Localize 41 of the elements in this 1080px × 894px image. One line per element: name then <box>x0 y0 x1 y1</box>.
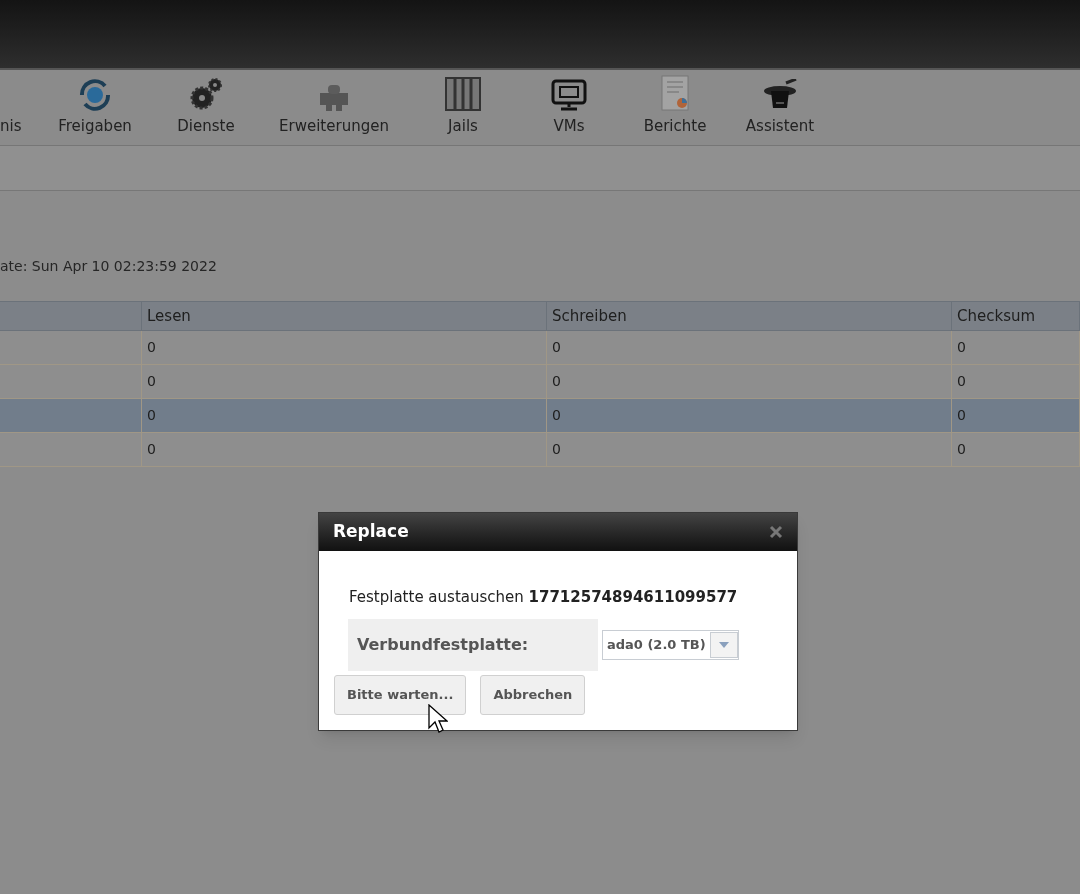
dialog-button[interactable]: Abbrechen <box>480 675 586 715</box>
field-label: Verbundfestplatte: <box>357 634 529 656</box>
table-row[interactable]: 0 0 0 <box>0 433 1080 467</box>
table-cell: 0 <box>547 433 952 466</box>
column-header[interactable]: Lesen <box>142 302 547 330</box>
table-cell: 0 <box>547 365 952 398</box>
toolbar-item[interactable]: Erweiterungen <box>279 114 389 137</box>
document-chart-icon <box>659 74 691 111</box>
toolbar-item[interactable]: nis <box>0 114 22 137</box>
dialog-message: Festplatte austauschen 17712574894611099577 <box>349 588 738 606</box>
table-row[interactable]: 0 0 0 <box>0 399 1080 433</box>
status-text: ate: Sun Apr 10 02:23:59 2022 <box>0 257 217 276</box>
table-cell: 0 <box>547 331 952 364</box>
table-cell: 0 <box>142 365 547 398</box>
table-cell: 0 <box>952 399 1080 432</box>
gears-icon <box>188 76 224 111</box>
dropdown-arrow-icon <box>718 642 729 648</box>
table-cell: 0 <box>142 399 547 432</box>
top-hat-icon <box>762 78 798 111</box>
toolbar-item[interactable]: Berichte <box>643 114 707 137</box>
toolbar-item[interactable]: Jails <box>448 114 478 137</box>
monitor-icon <box>551 78 587 111</box>
column-header[interactable]: Schreiben <box>547 302 952 330</box>
close-icon[interactable] <box>769 525 783 539</box>
dialog-button[interactable]: Bitte warten... <box>334 675 467 715</box>
toolbar-item[interactable]: Dienste <box>177 114 235 137</box>
table-cell: 0 <box>952 331 1080 364</box>
table-cell: 0 <box>952 365 1080 398</box>
table-row[interactable]: 0 0 0 <box>0 365 1080 399</box>
table-cell: 0 <box>142 433 547 466</box>
toolbar-item[interactable]: Freigaben <box>58 114 132 137</box>
column-header[interactable]: Checksum <box>952 302 1080 330</box>
toolbar-item[interactable]: VMs <box>553 114 585 137</box>
table-cell: 0 <box>952 433 1080 466</box>
table-cell: 0 <box>547 399 952 432</box>
toolbar-item[interactable]: Assistent <box>745 114 815 137</box>
dialog-title: Replace <box>333 520 409 544</box>
table-row[interactable]: 0 0 0 <box>0 331 1080 365</box>
table-cell: 0 <box>142 331 547 364</box>
bars-icon <box>445 76 481 111</box>
disk-select[interactable]: ada0 (2.0 TB) <box>602 630 739 660</box>
